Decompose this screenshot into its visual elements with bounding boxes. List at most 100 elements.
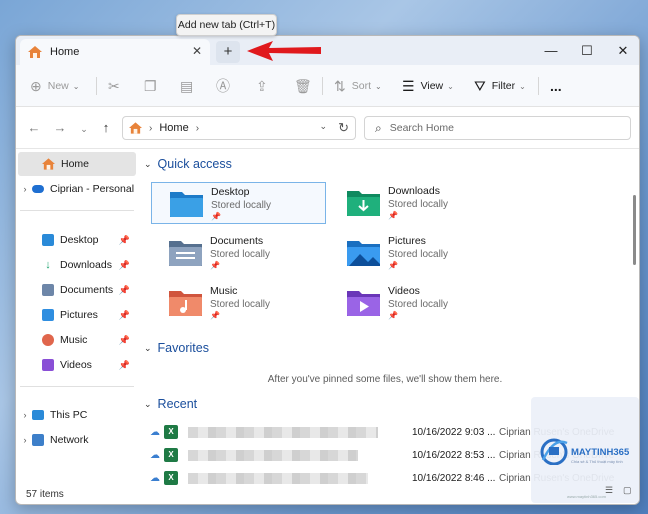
delete-button[interactable]: 🗑 [294,65,318,107]
breadcrumb-home[interactable]: Home [159,122,188,134]
chevron-down-icon: ⌄ [375,81,382,91]
pictures-icon [42,309,54,321]
more-options-button[interactable]: ... [550,65,562,107]
item-name: Desktop [211,186,250,198]
item-count: 57 items [26,489,64,500]
share-button[interactable]: ⇪ [256,65,274,107]
forward-button[interactable]: → [50,118,70,138]
sidebar-item-music[interactable]: Music 📌 [18,328,136,352]
sidebar-item-downloads[interactable]: ↓ Downloads 📌 [18,253,136,277]
rename-button[interactable]: Ⓐ [216,65,236,107]
maximize-button[interactable]: ☐ [569,36,605,65]
cut-button[interactable]: ✂ [108,65,126,107]
search-icon: ⌕ [375,120,382,135]
pictures-folder-icon [347,241,380,266]
tiles-view-icon[interactable]: ▢ [623,485,632,496]
sidebar-item-videos[interactable]: Videos 📌 [18,353,136,377]
item-name: Downloads [388,185,440,197]
close-tab-icon[interactable]: ✕ [190,44,204,58]
pin-icon: 📌 [210,311,220,320]
quick-access-downloads[interactable]: Downloads Stored locally 📌 [329,182,504,224]
item-status: Stored locally [388,199,449,210]
sidebar-item-desktop[interactable]: Desktop 📌 [18,228,136,252]
back-button[interactable]: ← [24,118,44,138]
pin-icon: 📌 [388,311,398,320]
sidebar-item-label: Documents [60,284,114,296]
sidebar-item-label: Home [61,158,90,170]
quick-access-desktop[interactable]: Desktop Stored locally 📌 [151,182,326,224]
sidebar-item-network[interactable]: › Network [18,428,136,452]
rename-icon: Ⓐ [216,78,230,94]
tab-home[interactable]: Home ✕ [20,39,210,65]
up-button[interactable]: ↑ [96,118,116,138]
pin-icon[interactable]: 📌 [119,235,130,246]
sidebar-item-label: Music [60,334,88,346]
item-status: Stored locally [388,249,449,260]
title-bar: Home ✕ + — ☐ ✕ [16,36,639,65]
sort-button[interactable]: ⇅ Sort ⌄ [334,65,382,107]
new-button[interactable]: ⊕ New ⌄ [30,65,79,107]
refresh-icon[interactable]: ↻ [338,120,349,136]
chevron-down-icon: ⌄ [144,398,152,409]
pin-icon[interactable]: 📌 [119,260,130,271]
recent-locations-button[interactable]: ⌄ [74,118,94,138]
quick-access-header[interactable]: ⌄ Quick access [144,157,232,171]
chevron-down-icon[interactable]: ⌄ [319,121,327,132]
quick-access-videos[interactable]: Videos Stored locally 📌 [329,282,504,324]
chevron-right-icon[interactable]: › [18,184,32,194]
plus-circle-icon: ⊕ [30,77,42,94]
sidebar-item-documents[interactable]: Documents 📌 [18,278,136,302]
filter-button[interactable]: ⛛ Filter ⌄ [474,65,526,107]
item-name: Pictures [388,235,426,247]
pin-icon[interactable]: 📌 [119,285,130,296]
view-button[interactable]: ☰ View ⌄ [402,65,454,107]
minimize-button[interactable]: — [533,36,569,65]
pin-icon[interactable]: 📌 [119,335,130,346]
search-input[interactable] [389,122,610,134]
new-label: New [47,80,69,92]
sidebar-item-label: Ciprian - Personal [50,183,135,195]
quick-access-pictures[interactable]: Pictures Stored locally 📌 [329,232,504,274]
quick-access-music[interactable]: Music Stored locally 📌 [151,282,326,324]
sidebar-item-label: Pictures [60,309,98,321]
item-status: Stored locally [388,299,449,310]
sidebar-item-home[interactable]: Home [18,152,136,176]
sidebar-item-onedrive[interactable]: › Ciprian - Personal [18,177,136,201]
sidebar-item-label: Desktop [60,234,99,246]
add-tab-button[interactable]: + [216,41,240,63]
details-view-icon[interactable]: ☰ [605,485,613,496]
favorites-header[interactable]: ⌄ Favorites [144,341,209,355]
excel-icon: X [164,425,178,439]
copy-button[interactable]: ❐ [144,65,163,107]
close-window-button[interactable]: ✕ [605,36,639,65]
section-title: Recent [157,397,198,411]
quick-access-documents[interactable]: Documents Stored locally 📌 [151,232,326,274]
chevron-right-icon[interactable]: › [18,410,32,420]
pin-icon: 📌 [388,261,398,270]
section-title: Quick access [157,157,232,171]
paste-button[interactable]: ▤ [180,65,199,107]
pin-icon: 📌 [211,212,221,221]
sidebar-item-pictures[interactable]: Pictures 📌 [18,303,136,327]
search-box[interactable]: ⌕ [364,116,631,140]
scrollbar-thumb[interactable] [633,195,636,265]
videos-icon [42,359,54,371]
address-bar[interactable]: › Home › ⌄ ↻ [122,116,356,140]
blurred-filename [188,449,358,461]
recent-header[interactable]: ⌄ Recent [144,397,197,411]
documents-folder-icon [169,241,202,266]
music-folder-icon [169,291,202,316]
sidebar-item-this-pc[interactable]: › This PC [18,403,136,427]
watermark-url: www.maytinh365.com [567,494,606,499]
navigation-pane: Home › Ciprian - Personal Desktop 📌 ↓ Do… [16,149,138,484]
pin-icon: 📌 [210,261,220,270]
sidebar-item-label: Network [50,434,89,446]
pin-icon[interactable]: 📌 [119,310,130,321]
chevron-right-icon[interactable]: › [18,435,32,445]
home-icon [42,158,55,170]
chevron-down-icon: ⌄ [72,81,80,91]
chevron-down-icon: ⌄ [144,342,152,353]
pin-icon[interactable]: 📌 [119,360,130,371]
tab-label: Home [50,46,80,58]
desktop-folder-icon [170,192,203,217]
